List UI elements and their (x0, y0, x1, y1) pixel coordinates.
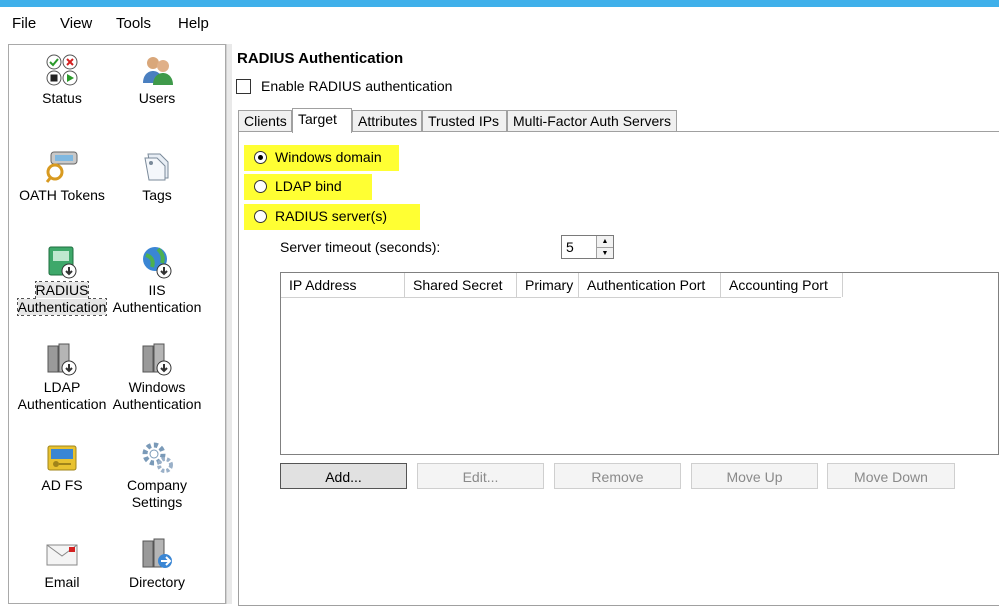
status-icon (46, 54, 78, 86)
remove-button[interactable]: Remove (554, 463, 681, 489)
email-icon (46, 544, 78, 566)
ldap-auth-icon (47, 343, 77, 376)
navigation-panel: Status Users OATH Tokens Tags RADIUS Aut… (8, 44, 226, 604)
nav-label: Status (42, 90, 82, 106)
nav-label: Windows Authentication (112, 379, 202, 412)
nav-label: Company Settings (127, 477, 187, 510)
tab-target[interactable]: Target (292, 108, 352, 133)
menu-file[interactable]: File (12, 15, 36, 32)
windows-auth-icon (142, 343, 172, 376)
nav-label: RADIUS Authentication (16, 281, 108, 316)
server-timeout-value[interactable]: 5 (566, 239, 574, 255)
nav-item-windows-authentication[interactable]: Windows Authentication (107, 342, 207, 413)
radio-label: Windows domain (275, 149, 382, 165)
page-title: RADIUS Authentication (237, 50, 404, 67)
nav-label: Directory (128, 574, 185, 590)
nav-item-radius-authentication[interactable]: RADIUS Authentication (12, 245, 112, 316)
nav-item-ad-fs[interactable]: AD FS (12, 440, 112, 494)
nav-label: Tags (142, 187, 172, 203)
tags-icon (144, 153, 169, 181)
nav-item-email[interactable]: Email (12, 537, 112, 591)
nav-item-tags[interactable]: Tags (107, 150, 207, 204)
radio-radius-servers[interactable]: RADIUS server(s) (244, 204, 420, 230)
nav-label: LDAP Authentication (17, 379, 107, 412)
nav-item-directory[interactable]: Directory (107, 537, 207, 591)
enable-radius-checkbox[interactable] (236, 79, 251, 94)
move-up-button[interactable]: Move Up (691, 463, 818, 489)
nav-label: OATH Tokens (19, 187, 105, 203)
tab-trusted-ips[interactable]: Trusted IPs (422, 110, 507, 132)
column-header-ip-address[interactable]: IP Address (281, 273, 405, 297)
window-title-bar (0, 0, 999, 7)
adfs-icon (47, 445, 77, 471)
directory-icon (142, 538, 172, 568)
enable-radius-label[interactable]: Enable RADIUS authentication (261, 78, 452, 94)
nav-label: IIS Authentication (112, 282, 202, 315)
users-icon (143, 57, 173, 85)
header-divider (281, 297, 841, 298)
nav-item-iis-authentication[interactable]: IIS Authentication (107, 245, 207, 316)
server-timeout-stepper[interactable]: 5 ▲ ▼ (561, 235, 614, 259)
menu-tools[interactable]: Tools (116, 15, 151, 32)
navigation-scrollbar[interactable] (226, 44, 232, 604)
add-button[interactable]: Add... (280, 463, 407, 489)
nav-label: AD FS (41, 477, 83, 493)
radio-label: RADIUS server(s) (275, 208, 388, 224)
column-header-primary[interactable]: Primary (517, 273, 579, 297)
increment-button[interactable]: ▲ (596, 236, 613, 247)
radio-selected-indicator (254, 151, 267, 164)
radio-unselected-indicator (254, 210, 267, 223)
radio-windows-domain[interactable]: Windows domain (244, 145, 399, 171)
column-header-shared-secret[interactable]: Shared Secret (405, 273, 517, 297)
edit-button[interactable]: Edit... (417, 463, 544, 489)
menu-bar: File View Tools Help (0, 7, 999, 40)
nav-item-status[interactable]: Status (12, 53, 112, 107)
radio-ldap-bind[interactable]: LDAP bind (244, 174, 372, 200)
company-settings-icon (142, 442, 173, 473)
nav-label: Email (44, 574, 80, 590)
iis-auth-icon (143, 247, 172, 279)
move-down-button[interactable]: Move Down (827, 463, 955, 489)
column-header-accounting-port[interactable]: Accounting Port (721, 273, 843, 297)
nav-item-users[interactable]: Users (107, 53, 207, 107)
radius-auth-icon (48, 246, 77, 279)
nav-item-company-settings[interactable]: Company Settings (107, 440, 207, 511)
menu-help[interactable]: Help (178, 15, 209, 32)
nav-item-ldap-authentication[interactable]: LDAP Authentication (12, 342, 112, 413)
tab-attributes[interactable]: Attributes (352, 110, 422, 132)
tab-clients[interactable]: Clients (238, 110, 292, 132)
tab-multi-factor-auth-servers[interactable]: Multi-Factor Auth Servers (507, 110, 677, 132)
oath-token-icon (45, 151, 78, 183)
decrement-button[interactable]: ▼ (596, 247, 613, 258)
radio-unselected-indicator (254, 180, 267, 193)
column-header-authentication-port[interactable]: Authentication Port (579, 273, 721, 297)
radius-servers-table[interactable]: IP Address Shared Secret Primary Authent… (280, 272, 999, 455)
nav-item-oath-tokens[interactable]: OATH Tokens (12, 150, 112, 204)
nav-label: Users (138, 90, 176, 106)
server-timeout-label: Server timeout (seconds): (280, 239, 441, 255)
radio-label: LDAP bind (275, 178, 342, 194)
menu-view[interactable]: View (60, 15, 92, 32)
